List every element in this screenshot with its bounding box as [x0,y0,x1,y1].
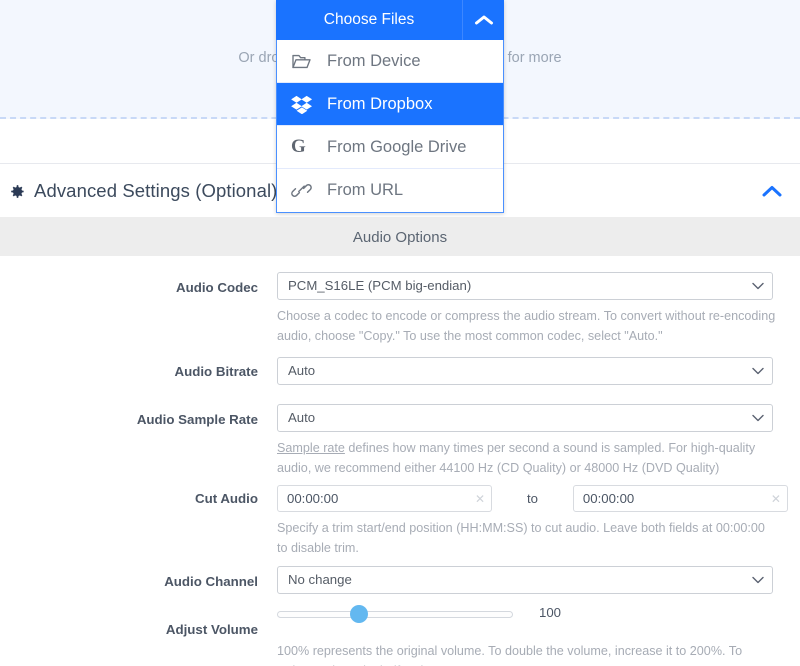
page-title: Advanced Settings (Optional) [34,180,278,201]
link-icon [291,182,317,199]
menu-item-from-url[interactable]: From URL [277,169,503,212]
volume-slider-thumb[interactable] [350,605,368,623]
audio-channel-control[interactable]: No change [277,566,773,594]
dropbox-icon [291,95,317,114]
dropzone-hint-after: for more [507,50,562,66]
audio-sample-rate-control[interactable]: Auto [277,404,773,432]
audio-sample-rate-select[interactable]: Auto [277,404,773,432]
section-header-audio-options: Audio Options [0,218,800,256]
help-cut-audio: Specify a trim start/end position (HH:MM… [277,521,765,555]
menu-item-label: From Dropbox [327,94,433,113]
label-adjust-volume: Adjust Volume [165,622,258,637]
audio-bitrate-control[interactable]: Auto [277,357,773,385]
chevron-up-icon[interactable] [762,185,782,198]
close-icon[interactable]: ✕ [771,485,781,512]
section-title: Audio Options [352,228,448,246]
cut-audio-start-input[interactable] [277,485,492,512]
menu-item-from-dropbox[interactable]: From Dropbox [277,83,503,126]
cut-audio-end-input[interactable] [572,485,788,512]
page-root: Or drop for more Advanced Settings (Opti… [0,0,800,666]
adjust-volume-control[interactable]: 100 [277,604,577,624]
choose-files-dropdown: Choose Files From Device From Dropbox G … [276,0,504,213]
audio-channel-select[interactable]: No change [277,566,773,594]
volume-slider-value: 100 [539,605,562,620]
label-audio-sample-rate: Audio Sample Rate [136,412,258,427]
help-adjust-volume: 100% represents the original volume. To … [277,644,743,666]
folder-open-icon [291,53,317,70]
help-audio-sample-rate-rest: defines how many times per second a soun… [277,441,756,475]
google-icon: G [291,136,306,157]
sample-rate-link[interactable]: Sample rate [277,441,345,455]
choose-files-button[interactable]: Choose Files [276,0,504,40]
audio-codec-select[interactable]: PCM_S16LE (PCM big-endian) [277,272,773,300]
menu-item-label: From Google Drive [327,137,467,156]
cut-audio-start-field[interactable]: ✕ [277,485,492,512]
audio-bitrate-select[interactable]: Auto [277,357,773,385]
audio-codec-control[interactable]: PCM_S16LE (PCM big-endian) [277,272,773,300]
close-icon[interactable]: ✕ [475,485,485,512]
gear-icon [4,179,28,203]
help-audio-codec: Choose a codec to encode or compress the… [277,309,776,343]
label-audio-channel: Audio Channel [164,574,258,589]
menu-item-label: From URL [327,181,404,199]
choose-files-menu: From Device From Dropbox G From Google D… [276,40,504,213]
menu-item-label: From Device [327,51,421,70]
label-cut-audio: Cut Audio [194,491,258,506]
volume-slider[interactable]: 100 [277,604,577,624]
help-audio-sample-rate: Sample rate defines how many times per s… [277,438,777,478]
choose-files-label: Choose Files [323,11,415,28]
cut-audio-end-field[interactable]: ✕ [572,485,788,512]
label-audio-bitrate: Audio Bitrate [174,364,258,379]
cut-audio-separator: to [526,491,538,506]
label-audio-codec: Audio Codec [176,280,258,295]
menu-item-from-device[interactable]: From Device [277,40,503,83]
volume-slider-track[interactable] [277,611,513,618]
chevron-up-icon[interactable] [462,0,504,40]
menu-item-from-google-drive[interactable]: G From Google Drive [277,126,503,169]
cut-audio-control[interactable]: ✕ to ✕ [277,485,788,512]
